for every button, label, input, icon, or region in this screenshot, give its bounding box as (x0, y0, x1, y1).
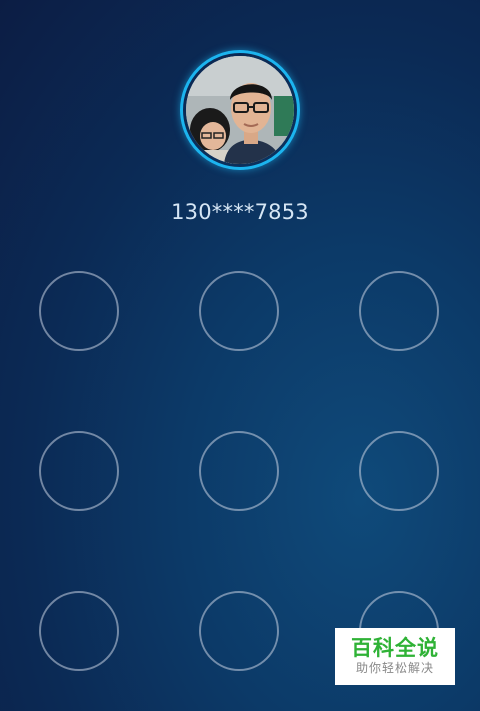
pattern-node-8[interactable] (199, 591, 279, 671)
pattern-node-1[interactable] (39, 271, 119, 351)
pattern-node-2[interactable] (199, 271, 279, 351)
pattern-node-4[interactable] (39, 431, 119, 511)
pattern-node-3[interactable] (359, 271, 439, 351)
pattern-lock-grid[interactable] (0, 0, 480, 711)
pattern-node-7[interactable] (39, 591, 119, 671)
watermark-subtitle: 助你轻松解决 (355, 661, 434, 675)
watermark-logo: 百科全说 助你轻松解决 (335, 628, 455, 685)
pattern-node-5[interactable] (199, 431, 279, 511)
watermark-title: 百科全说 (351, 636, 439, 660)
pattern-node-6[interactable] (359, 431, 439, 511)
